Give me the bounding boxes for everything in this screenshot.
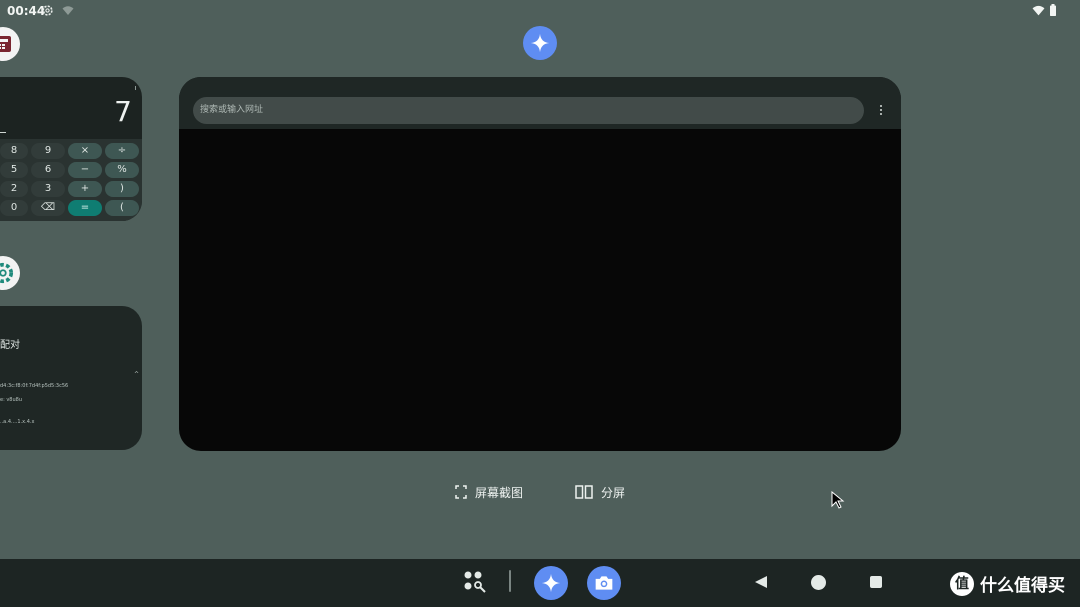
mouse-cursor-icon	[831, 491, 845, 509]
calc-key[interactable]: −	[68, 162, 102, 178]
settings-recent-card[interactable]: 配对 ^ d4:3c:f8:0f:7d4f:p5d5:3c56 e: v8u8u…	[0, 306, 142, 450]
calc-key[interactable]: 5	[0, 162, 28, 178]
settings-line: d4:3c:f8:0f:7d4f:p5d5:3c56	[0, 383, 69, 389]
calc-display: 7	[114, 95, 132, 128]
taskbar-divider	[509, 570, 511, 592]
calc-key[interactable]: =	[68, 200, 102, 216]
browser-recent-card[interactable]: 搜索或输入网址	[179, 77, 901, 451]
settings-icon	[0, 262, 14, 284]
gemini-icon	[541, 573, 561, 593]
screenshot-icon	[455, 485, 467, 499]
settings-title: 配对	[0, 340, 20, 351]
calculator-icon	[0, 36, 11, 52]
calc-key[interactable]: 0	[0, 200, 28, 216]
watermark-logo: 值	[950, 571, 974, 596]
url-bar[interactable]: 搜索或输入网址	[193, 97, 864, 124]
calc-keypad: 8 9 × ÷ 5 6 − % 2 3 + ) 0 ⌫ = (	[0, 139, 142, 221]
calc-key[interactable]: %	[105, 162, 139, 178]
calc-key[interactable]: )	[105, 181, 139, 197]
settings-collapse-arrow: ^	[134, 371, 140, 378]
calc-key[interactable]: (	[105, 200, 139, 216]
gemini-icon	[530, 33, 550, 53]
browser-toolbar: 搜索或输入网址	[179, 77, 901, 129]
more-vert-icon[interactable]	[878, 104, 884, 118]
gemini-button[interactable]	[523, 26, 557, 60]
calc-key[interactable]: 2	[0, 181, 28, 197]
home-icon[interactable]	[811, 575, 826, 590]
watermark-text: 什么值得买	[980, 576, 1065, 596]
taskbar-camera[interactable]	[587, 566, 621, 600]
settings-line: ..a.4....1.x.4.x	[0, 419, 35, 425]
watermark: 值 什么值得买	[950, 571, 1065, 596]
calc-key[interactable]: 3	[31, 181, 65, 197]
screenshot-label: 屏幕截图	[475, 485, 524, 500]
calc-overflow-dot	[135, 86, 136, 90]
app-drawer-icon[interactable]	[463, 570, 487, 594]
taskbar: 值 什么值得买	[0, 559, 1080, 607]
calc-key[interactable]: ×	[68, 143, 102, 159]
status-bar: 00:44	[0, 0, 1080, 22]
calc-key[interactable]: +	[68, 181, 102, 197]
split-screen-icon	[575, 485, 593, 499]
battery-icon	[1050, 4, 1056, 16]
recents-icon[interactable]	[870, 576, 882, 588]
calc-cursor	[0, 132, 6, 133]
taskbar-gemini[interactable]	[534, 566, 568, 600]
calculator-recent-card[interactable]: 7 8 9 × ÷ 5 6 − % 2 3 + ) 0 ⌫ = (	[0, 77, 142, 221]
calculator-app-icon[interactable]	[0, 27, 20, 61]
calc-key[interactable]: ÷	[105, 143, 139, 159]
screenshot-button[interactable]: 屏幕截图	[455, 483, 523, 501]
split-screen-button[interactable]: 分屏	[575, 483, 625, 501]
calc-key[interactable]: 8	[0, 143, 28, 159]
settings-line: e: v8u8u	[0, 397, 23, 403]
calc-key[interactable]: 6	[31, 162, 65, 178]
wifi-icon	[1032, 5, 1045, 16]
settings-app-icon[interactable]	[0, 256, 20, 290]
calc-key[interactable]: ⌫	[31, 200, 65, 216]
gear-icon	[42, 5, 53, 16]
status-time: 00:44	[7, 4, 46, 18]
back-icon[interactable]	[754, 575, 768, 589]
calc-key[interactable]: 9	[31, 143, 65, 159]
wifi-off-icon	[62, 6, 74, 15]
split-screen-label: 分屏	[601, 485, 626, 500]
camera-icon	[595, 576, 613, 590]
